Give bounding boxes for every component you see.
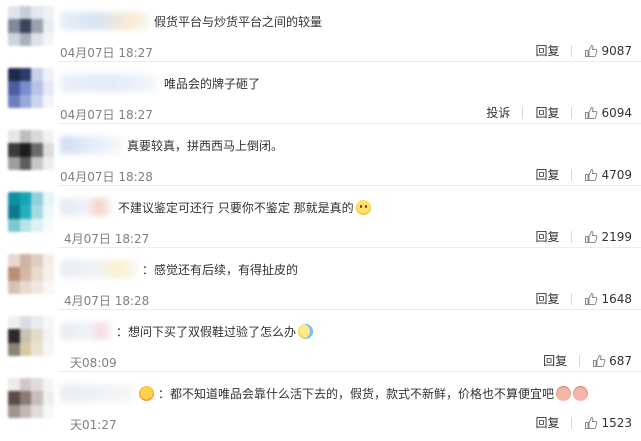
comment-time: 4月07日 18:27	[64, 232, 150, 246]
comment-actions: 投诉 回复 6094	[486, 104, 632, 121]
comment-actions: 回复 1648	[535, 290, 632, 307]
comment-actions: 回复 9087	[535, 42, 632, 59]
comment-text-wrap: ：都不知道唯品会靠什么活下去的，假货，款式不新鲜，价格也不算便宜吧	[139, 385, 589, 402]
thumbs-up-icon	[585, 168, 598, 181]
face-icon	[355, 200, 371, 215]
avatar[interactable]	[8, 68, 54, 108]
reply-button[interactable]: 回复	[535, 228, 559, 245]
crying-laughing-icon	[298, 324, 314, 339]
comment-item: 唯品会的牌子砸了 04月07日 18:27 投诉 回复 6094	[0, 62, 641, 124]
report-button[interactable]: 投诉	[486, 104, 510, 121]
reply-button[interactable]: 回复	[535, 290, 559, 307]
like-button[interactable]: 687	[592, 354, 632, 368]
like-count: 4709	[601, 167, 632, 182]
like-count: 9087	[601, 43, 632, 58]
comment-text: 不建议鉴定可还行 只要你不鉴定 那就是真的	[118, 201, 354, 215]
like-count: 1648	[601, 291, 632, 306]
divider	[571, 44, 573, 57]
comment-text: ：都不知道唯品会靠什么活下去的，假货，款式不新鲜，价格也不算便宜吧	[158, 387, 555, 401]
avatar[interactable]	[8, 254, 54, 294]
divider	[571, 168, 573, 181]
like-button[interactable]: 2199	[584, 230, 632, 244]
comment-text: 唯品会的牌子砸了	[164, 77, 261, 91]
comment-time: 天01:27	[70, 418, 117, 432]
comment-text-wrap: ：想问下买了双假鞋过验了怎么办	[116, 323, 314, 340]
divider	[571, 230, 573, 243]
like-count: 1523	[601, 415, 632, 430]
divider	[571, 416, 573, 429]
reply-button[interactable]: 回复	[535, 166, 559, 183]
username[interactable]	[60, 260, 138, 278]
like-button[interactable]: 6094	[584, 106, 632, 120]
divider	[571, 106, 573, 119]
comment-text: ：想问下买了双假鞋过验了怎么办	[116, 325, 297, 339]
comment-item: ：想问下买了双假鞋过验了怎么办 天08:09 回复 687	[0, 310, 641, 372]
comment-actions: 回复 2199	[535, 228, 632, 245]
reply-button[interactable]: 回复	[535, 42, 559, 59]
reply-button[interactable]: 回复	[543, 352, 567, 369]
comment-actions: 回复 1523	[535, 414, 632, 431]
like-button[interactable]: 9087	[584, 44, 632, 58]
comment-text: 真要较真，拼西西马上倒闭。	[127, 139, 284, 153]
reply-button[interactable]: 回复	[535, 414, 559, 431]
comment-actions: 回复 687	[543, 352, 632, 369]
avatar[interactable]	[8, 130, 54, 170]
comment-item: 真要较真，拼西西马上倒闭。 04月07日 18:28 回复 4709	[0, 124, 641, 186]
avatar[interactable]	[8, 192, 54, 232]
username[interactable]	[60, 136, 122, 154]
thumbs-up-icon	[585, 106, 598, 119]
divider	[522, 106, 524, 119]
comment-item: ：感觉还有后续，有得扯皮的 4月07日 18:28 回复 1648	[0, 248, 641, 310]
comment-time: 天08:09	[70, 356, 117, 370]
comment-item: ：都不知道唯品会靠什么活下去的，假货，款式不新鲜，价格也不算便宜吧 天01:27…	[0, 372, 641, 441]
like-count: 6094	[601, 105, 632, 120]
username[interactable]	[60, 74, 158, 92]
like-button[interactable]: 4709	[584, 168, 632, 182]
thumbs-up-icon	[585, 44, 598, 57]
comment-text-wrap: 不建议鉴定可还行 只要你不鉴定 那就是真的	[118, 199, 371, 216]
avatar[interactable]	[8, 316, 54, 356]
thumbs-up-icon	[585, 292, 598, 305]
username[interactable]	[60, 12, 150, 30]
comment-text: ：感觉还有后续，有得扯皮的	[142, 263, 299, 277]
comment-list: 假货平台与炒货平台之间的较量 04月07日 18:27 回复 9087 唯品会的…	[0, 0, 641, 441]
avatar[interactable]	[8, 6, 54, 46]
like-button[interactable]: 1648	[584, 292, 632, 306]
pig-icon	[573, 386, 589, 401]
thumbs-up-icon	[585, 416, 598, 429]
like-count: 2199	[601, 229, 632, 244]
comment-time: 04月07日 18:28	[60, 170, 153, 184]
pig-icon	[556, 386, 572, 401]
username[interactable]	[60, 384, 134, 402]
username[interactable]	[60, 322, 112, 340]
thumbs-up-icon	[585, 230, 598, 243]
thumbs-up-icon	[593, 354, 606, 367]
comment-time: 4月07日 18:28	[64, 294, 150, 308]
comment-item: 不建议鉴定可还行 只要你不鉴定 那就是真的 4月07日 18:27 回复 219…	[0, 186, 641, 248]
like-count: 687	[609, 353, 632, 368]
divider	[579, 354, 581, 367]
flushed-icon	[139, 386, 154, 401]
comment-text: 假货平台与炒货平台之间的较量	[154, 15, 323, 29]
comment-item: 假货平台与炒货平台之间的较量 04月07日 18:27 回复 9087	[0, 0, 641, 62]
comment-time: 04月07日 18:27	[60, 108, 153, 122]
reply-button[interactable]: 回复	[535, 104, 559, 121]
comment-time: 04月07日 18:27	[60, 46, 153, 60]
avatar[interactable]	[8, 378, 54, 418]
username[interactable]	[60, 198, 112, 216]
divider	[571, 292, 573, 305]
comment-actions: 回复 4709	[535, 166, 632, 183]
like-button[interactable]: 1523	[584, 416, 632, 430]
